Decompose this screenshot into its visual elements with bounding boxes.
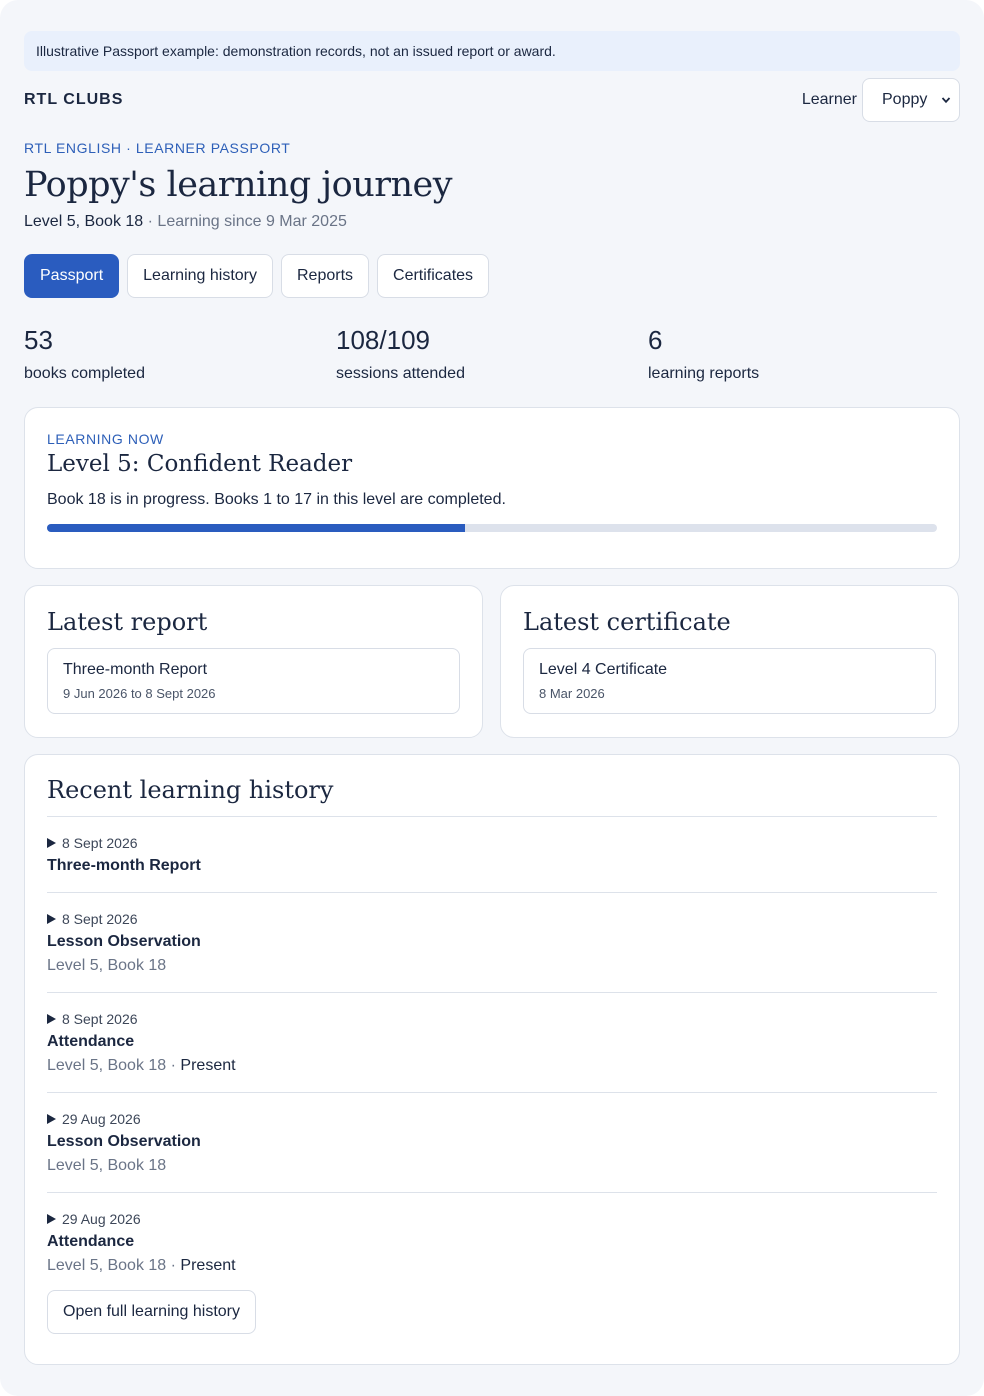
history-item-summary: 8 Sept 2026 bbox=[47, 1011, 937, 1027]
history-detail: Level 5, Book 18 bbox=[47, 1157, 937, 1175]
learning-now-description: Book 18 is in progress. Books 1 to 17 in… bbox=[47, 491, 506, 508]
latest-certificate-card: Latest certificate Level 4 Certificate 8… bbox=[500, 585, 959, 738]
report-name: Three-month Report bbox=[63, 661, 208, 678]
history-item-summary: 8 Sept 2026 bbox=[47, 911, 937, 927]
history-list: 8 Sept 2026 Three-month Report 8 Sept 20… bbox=[47, 816, 937, 1292]
history-type: Three-month Report bbox=[47, 857, 201, 874]
chevron-down-icon bbox=[941, 97, 951, 104]
stat-label: sessions attended bbox=[336, 365, 465, 382]
latest-report-item[interactable]: Three-month Report 9 Jun 2026 to 8 Sept … bbox=[47, 648, 460, 714]
stat-value: 6 bbox=[648, 325, 663, 355]
recent-history-heading: Recent learning history bbox=[47, 776, 334, 804]
latest-report-card: Latest report Three-month Report 9 Jun 2… bbox=[24, 585, 483, 738]
stat-reports: 6 learning reports bbox=[648, 325, 960, 383]
history-item-summary: 29 Aug 2026 bbox=[47, 1211, 937, 1227]
learner-label: Learner bbox=[801, 91, 857, 108]
history-item[interactable]: 29 Aug 2026 Lesson Observation Level 5, … bbox=[47, 1093, 937, 1193]
disclosure-triangle-icon bbox=[47, 1014, 56, 1024]
learner-subline: Level 5, Book 18 · Learning since 9 Mar … bbox=[24, 213, 960, 231]
history-level: Level 5, Book 18 bbox=[47, 1257, 167, 1274]
history-detail: Level 5, Book 18 · Present bbox=[47, 1257, 236, 1274]
history-type: Lesson Observation bbox=[47, 933, 201, 950]
history-detail: Level 5, Book 18 · Present bbox=[47, 1057, 236, 1074]
demo-notice: Illustrative Passport example: demonstra… bbox=[24, 31, 960, 71]
level-progress-bar bbox=[47, 524, 937, 532]
latest-report-heading: Latest report bbox=[47, 608, 208, 636]
tab-certificates[interactable]: Certificates bbox=[377, 254, 490, 298]
history-item[interactable]: 8 Sept 2026 Attendance Level 5, Book 18 … bbox=[47, 993, 937, 1093]
history-item[interactable]: 8 Sept 2026 Lesson Observation Level 5, … bbox=[47, 893, 937, 993]
recent-history-card: Recent learning history 8 Sept 2026 Thre… bbox=[24, 754, 960, 1365]
open-full-history-button[interactable]: Open full learning history bbox=[47, 1290, 256, 1334]
history-detail: Level 5, Book 18 bbox=[47, 957, 937, 975]
stat-sessions: 108/109 sessions attended bbox=[336, 325, 648, 383]
history-item-summary: 8 Sept 2026 bbox=[47, 835, 937, 851]
latest-row: Latest report Three-month Report 9 Jun 2… bbox=[24, 585, 960, 738]
attendance-status: Present bbox=[180, 1257, 236, 1274]
stat-value: 108/109 bbox=[336, 325, 430, 355]
history-date: 8 Sept 2026 bbox=[62, 835, 138, 851]
passport-page: Illustrative Passport example: demonstra… bbox=[0, 0, 984, 1396]
page-eyebrow: RTL ENGLISH · LEARNER PASSPORT bbox=[24, 140, 291, 156]
stats-row: 53 books completed 108/109 sessions atte… bbox=[24, 325, 960, 383]
stat-label: books completed bbox=[24, 365, 145, 382]
learner-selected-value: Poppy bbox=[882, 91, 928, 108]
brand-logo: RTL CLUBS bbox=[24, 91, 124, 108]
history-level: Level 5, Book 18 bbox=[47, 1057, 167, 1074]
history-date: 29 Aug 2026 bbox=[62, 1111, 141, 1127]
tab-reports[interactable]: Reports bbox=[280, 254, 370, 298]
latest-certificate-heading: Latest certificate bbox=[523, 608, 731, 636]
learner-select[interactable]: Poppy bbox=[862, 78, 960, 122]
report-date: 9 Jun 2026 to 8 Sept 2026 bbox=[63, 686, 216, 701]
page-title: Poppy's learning journey bbox=[24, 165, 453, 205]
disclosure-triangle-icon bbox=[47, 1214, 56, 1224]
stat-label: learning reports bbox=[648, 365, 760, 382]
level-progress-fill bbox=[47, 524, 466, 532]
history-item[interactable]: 8 Sept 2026 Three-month Report bbox=[47, 817, 937, 893]
disclosure-triangle-icon bbox=[47, 838, 56, 848]
latest-certificate-item[interactable]: Level 4 Certificate 8 Mar 2026 bbox=[523, 648, 936, 714]
history-type: Lesson Observation bbox=[47, 1133, 201, 1150]
history-level: Level 5, Book 18 bbox=[47, 957, 167, 974]
top-bar: RTL CLUBS Learner Poppy bbox=[24, 78, 960, 122]
history-date: 8 Sept 2026 bbox=[62, 911, 138, 927]
history-date: 8 Sept 2026 bbox=[62, 1011, 138, 1027]
history-type: Attendance bbox=[47, 1033, 135, 1050]
history-level: Level 5, Book 18 bbox=[47, 1157, 167, 1174]
history-date: 29 Aug 2026 bbox=[62, 1211, 141, 1227]
history-item-summary: 29 Aug 2026 bbox=[47, 1111, 937, 1127]
learning-now-title: Level 5: Confident Reader bbox=[47, 451, 353, 477]
attendance-status: Present bbox=[180, 1057, 236, 1074]
tab-learning-history[interactable]: Learning history bbox=[127, 254, 273, 298]
demo-notice-text: Illustrative Passport example: demonstra… bbox=[36, 43, 556, 59]
tab-passport[interactable]: Passport bbox=[24, 254, 120, 298]
certificate-date: 8 Mar 2026 bbox=[539, 686, 605, 701]
learning-now-eyebrow: LEARNING NOW bbox=[47, 431, 164, 447]
history-type: Attendance bbox=[47, 1233, 135, 1250]
certificate-name: Level 4 Certificate bbox=[539, 661, 668, 678]
disclosure-triangle-icon bbox=[47, 914, 56, 924]
history-item[interactable]: 29 Aug 2026 Attendance Level 5, Book 18 … bbox=[47, 1193, 937, 1292]
stat-value: 53 bbox=[24, 325, 53, 355]
learning-now-card: LEARNING NOW Level 5: Confident Reader B… bbox=[24, 407, 960, 569]
tab-bar: Passport Learning history Reports Certif… bbox=[24, 254, 960, 298]
disclosure-triangle-icon bbox=[47, 1114, 56, 1124]
current-level: Level 5, Book 18 bbox=[24, 213, 144, 230]
stat-books: 53 books completed bbox=[24, 325, 336, 383]
learner-picker: Learner Poppy bbox=[802, 78, 960, 122]
learning-since: · Learning since 9 Mar 2025 bbox=[143, 213, 347, 230]
